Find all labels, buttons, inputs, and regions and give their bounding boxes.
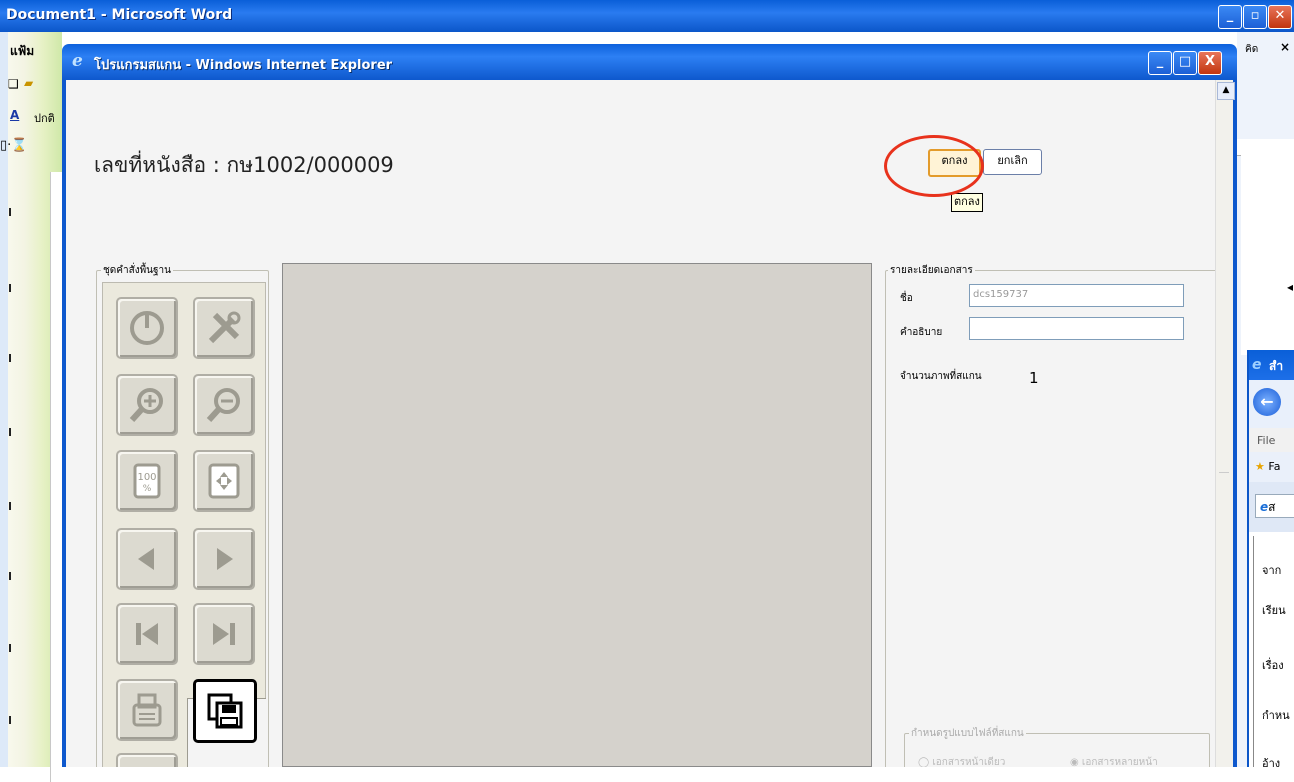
word-right-close-icon[interactable]: ×	[1280, 40, 1290, 54]
word-new-icon[interactable]: ❑	[8, 77, 19, 91]
svg-text:%: %	[143, 484, 152, 494]
ie-close-button[interactable]: X	[1198, 51, 1222, 75]
secondary-ie-nav: ←	[1249, 380, 1294, 428]
word-menu-file[interactable]: แฟ้ม	[10, 42, 34, 61]
basic-commands-legend: ชุดคำสั่งพื้นฐาน	[101, 263, 173, 278]
word-title-bar: Document1 - Microsoft Word _ ▫ ✕	[0, 0, 1294, 32]
power-button[interactable]	[116, 297, 178, 359]
word-hourglass-icon: ▯·⌛	[0, 138, 28, 153]
back-arrow-icon[interactable]: ←	[1253, 388, 1281, 416]
list-item: กำหน	[1262, 709, 1290, 722]
settings-tools-button[interactable]	[193, 297, 255, 359]
document-number: เลขที่หนังสือ : กษ1002/000009	[94, 153, 394, 177]
word-style-icon[interactable]: A	[10, 108, 19, 122]
ie-title: โปรแกรมสแกน - Windows Internet Explorer	[94, 58, 393, 73]
word-style-label[interactable]: ปกติ	[34, 109, 55, 127]
ie-maximize-button[interactable]: □	[1173, 51, 1197, 75]
tool-grid: 100%	[102, 282, 266, 767]
word-minimize-button[interactable]: _	[1218, 5, 1242, 29]
scan-preview-area[interactable]	[282, 263, 872, 767]
scan-count-value: 1	[1029, 369, 1039, 387]
zoom-in-icon	[129, 388, 163, 423]
secondary-ie-window: สำ e ← File ★ Fa eส จาก เรียน เรื่อง กำห…	[1247, 350, 1294, 770]
zoom-out-button[interactable]	[193, 374, 255, 436]
ie-logo-icon: e	[72, 51, 83, 71]
word-right-menu[interactable]: คิด	[1245, 42, 1258, 57]
save-icon	[207, 693, 243, 729]
edit-button[interactable]	[116, 753, 178, 767]
secondary-ie-tab-strip: eส	[1249, 482, 1294, 532]
previous-button[interactable]	[116, 528, 178, 590]
word-horizontal-ruler	[1237, 139, 1294, 156]
ok-tooltip: ตกลง	[951, 193, 983, 212]
power-icon	[130, 311, 164, 345]
highlight-circle	[884, 135, 984, 197]
first-button[interactable]	[116, 603, 178, 665]
edit-icon	[155, 766, 157, 767]
ie-title-bar: e โปรแกรมสแกน - Windows Internet Explore…	[62, 44, 1237, 80]
file-format-legend: กำหนดรูปแบบไฟล์ที่สแกน	[909, 726, 1026, 741]
ie-logo-icon: e	[1252, 357, 1262, 373]
first-icon	[136, 623, 158, 645]
last-button[interactable]	[193, 603, 255, 665]
list-item: เรียน	[1262, 604, 1286, 617]
next-button[interactable]	[193, 528, 255, 590]
next-icon	[217, 548, 233, 570]
name-label: ชื่อ	[900, 293, 913, 304]
ie-vertical-scrollbar[interactable]: ▲	[1215, 80, 1235, 767]
description-field[interactable]	[969, 317, 1184, 340]
multi-page-radio[interactable]: ◉ เอกสารหลายหน้า	[1070, 755, 1158, 767]
cancel-button[interactable]: ยกเลิก	[983, 149, 1042, 175]
zoom-out-icon	[206, 388, 240, 423]
word-title: Document1 - Microsoft Word	[6, 7, 233, 23]
fit-page-icon	[208, 463, 240, 499]
zoom-100-icon: 100%	[133, 463, 161, 499]
previous-icon	[138, 548, 154, 570]
secondary-ie-favorites[interactable]: ★ Fa	[1249, 452, 1294, 482]
scan-count-label: จำนวนภาพที่สแกน	[900, 371, 982, 382]
secondary-ie-menu-file[interactable]: File	[1249, 428, 1294, 452]
description-label: คำอธิบาย	[900, 327, 943, 338]
scanner-icon	[132, 693, 162, 727]
word-close-button[interactable]: ✕	[1268, 5, 1292, 29]
scroll-grip[interactable]	[1219, 472, 1229, 489]
single-page-radio[interactable]: ◯ เอกสารหน้าเดียว	[918, 755, 1005, 767]
word-document-area[interactable]	[1241, 155, 1294, 355]
word-arrow-icon: ◂	[1287, 280, 1294, 294]
secondary-ie-body: จาก เรียน เรื่อง กำหน อ้าง	[1253, 536, 1294, 770]
last-icon	[213, 623, 235, 645]
fit-page-button[interactable]	[193, 450, 255, 512]
document-details-legend: รายละเอียดเอกสาร	[888, 263, 975, 278]
scan-program-page: เลขที่หนังสือ : กษ1002/000009 ตกลง ยกเลิ…	[66, 80, 1215, 767]
document-details-group: รายละเอียดเอกสาร	[885, 263, 1215, 767]
name-field[interactable]: dcs159737	[969, 284, 1184, 307]
save-button[interactable]	[193, 679, 257, 743]
scroll-up-icon[interactable]: ▲	[1217, 82, 1235, 100]
word-left-pane: แฟ้ม ❑ ▰ A ปกติ ▯·⌛	[0, 32, 63, 782]
list-item: เรื่อง	[1262, 659, 1284, 672]
ie-minimize-button[interactable]: _	[1148, 51, 1172, 75]
word-open-icon[interactable]: ▰	[24, 76, 33, 90]
settings-tools-icon	[208, 311, 241, 344]
secondary-ie-tab[interactable]: eส	[1255, 494, 1294, 518]
star-icon: ★	[1255, 460, 1265, 473]
zoom-100-button[interactable]: 100%	[116, 450, 178, 512]
word-restore-button[interactable]: ▫	[1243, 5, 1267, 29]
list-item: อ้าง	[1262, 757, 1281, 770]
svg-text:100: 100	[137, 472, 156, 483]
zoom-in-button[interactable]	[116, 374, 178, 436]
scanner-button[interactable]	[116, 679, 178, 741]
list-item: จาก	[1262, 564, 1282, 577]
